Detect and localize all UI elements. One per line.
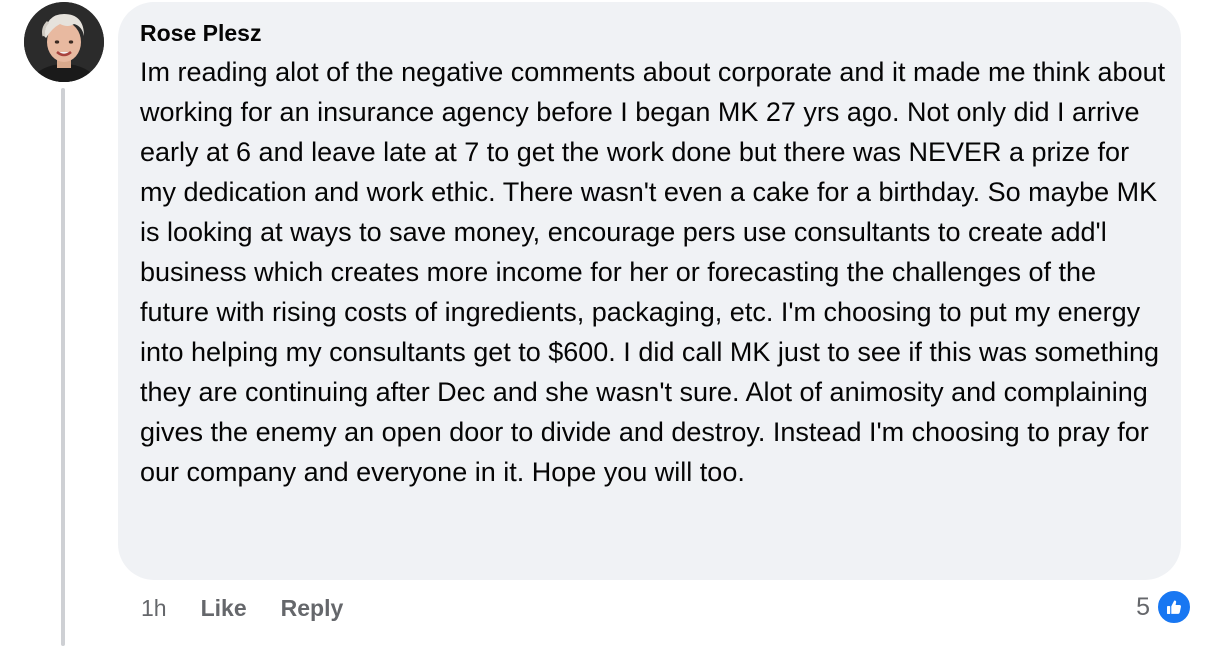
avatar-photo [24, 2, 104, 82]
comment-timestamp[interactable]: 1h [141, 595, 167, 622]
like-button[interactable]: Like [201, 595, 247, 622]
thread-connector-line [61, 88, 65, 646]
reaction-count: 5 [1136, 592, 1150, 621]
comment-bubble: Rose Plesz Im reading alot of the negati… [118, 2, 1181, 580]
reaction-summary[interactable]: 5 [1136, 589, 1192, 625]
comment-body-text: Im reading alot of the negative comments… [140, 57, 1166, 487]
comment-thread: Rose Plesz Im reading alot of the negati… [0, 0, 1208, 646]
avatar[interactable] [24, 2, 104, 82]
comment-author-name[interactable]: Rose Plesz [140, 18, 1159, 48]
reply-button[interactable]: Reply [281, 595, 344, 622]
comment-actions: 1h Like Reply [141, 592, 377, 624]
thumbs-up-icon [1156, 589, 1192, 625]
